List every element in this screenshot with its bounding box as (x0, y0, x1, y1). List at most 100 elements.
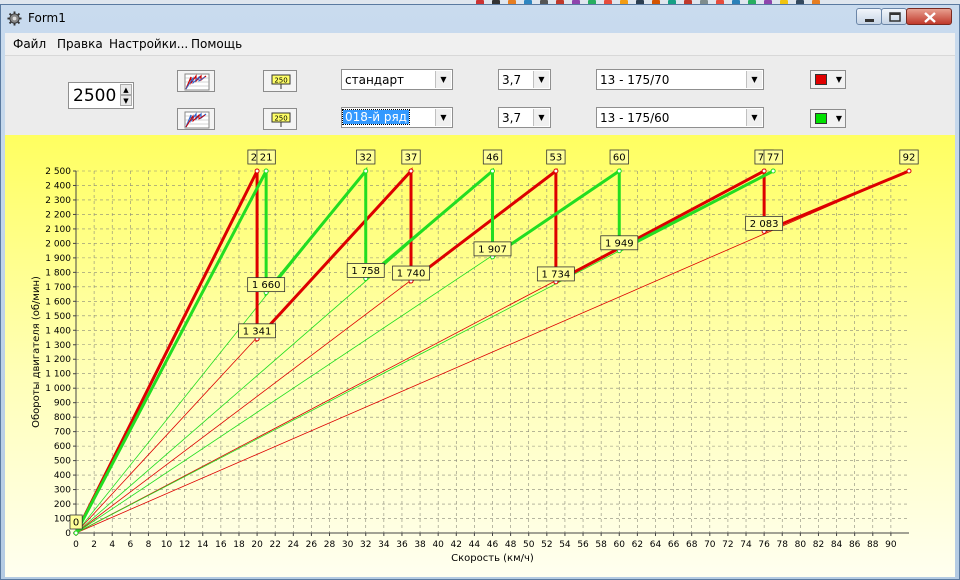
final-drive-select-2[interactable]: 3,7 ▼ (498, 107, 551, 128)
shift-rpm-label: 2 083 (750, 219, 779, 230)
origin-label: 0 (73, 518, 79, 529)
y-tick-label: 0 (65, 529, 71, 539)
y-tick-label: 2 100 (45, 225, 71, 235)
final-drive-select-1[interactable]: 3,7 ▼ (498, 69, 551, 90)
chevron-down-icon[interactable]: ▼ (435, 109, 451, 126)
shift-rpm-label: 1 734 (542, 269, 571, 280)
spin-down-icon[interactable]: ▼ (120, 95, 132, 106)
x-tick-label: 34 (378, 540, 390, 550)
x-tick-label: 74 (740, 540, 752, 550)
tire-value-1: 13 - 175/70 (600, 73, 670, 87)
gear-speed-label: 37 (405, 153, 418, 164)
close-button[interactable] (906, 8, 952, 25)
y-tick-label: 2 300 (45, 196, 71, 206)
menu-file[interactable]: Файл (13, 37, 46, 51)
tire-select-1[interactable]: 13 - 175/70 ▼ (596, 69, 764, 90)
x-tick-label: 54 (559, 540, 571, 550)
y-tick-label: 2 200 (45, 210, 71, 220)
x-tick-label: 70 (704, 540, 716, 550)
chevron-down-icon[interactable]: ▼ (746, 71, 762, 88)
rpm-value[interactable]: 2500 (73, 86, 116, 106)
x-tick-label: 56 (577, 540, 589, 550)
data-point (616, 168, 622, 174)
x-tick-label: 58 (595, 540, 607, 550)
x-tick-label: 68 (686, 540, 698, 550)
shift-rpm-label: 1 949 (605, 238, 634, 249)
gearbox-select-1[interactable]: стандарт ▼ (341, 69, 453, 90)
y-tick-label: 1 200 (45, 355, 71, 365)
rpm-button-1[interactable]: 250 (263, 70, 297, 92)
y-tick-label: 300 (54, 486, 71, 496)
gear-speed-label: 53 (550, 153, 563, 164)
y-axis-label: Обороты двигателя (об/мин) (31, 276, 42, 428)
menu-edit[interactable]: Правка (57, 37, 103, 51)
gear-speed-label: 77 (767, 153, 780, 164)
x-tick-label: 80 (795, 540, 807, 550)
x-tick-label: 52 (541, 540, 552, 550)
x-tick-label: 64 (650, 540, 662, 550)
rpm-button-2[interactable]: 250 (263, 108, 297, 130)
shift-rpm-label: 1 907 (478, 244, 507, 255)
x-tick-label: 66 (668, 540, 680, 550)
x-tick-label: 36 (396, 540, 408, 550)
x-tick-label: 22 (269, 540, 280, 550)
chevron-down-icon[interactable]: ▼ (533, 71, 549, 88)
chevron-down-icon[interactable]: ▼ (836, 110, 842, 127)
chevron-down-icon[interactable]: ▼ (836, 71, 842, 88)
x-tick-label: 24 (288, 540, 300, 550)
chevron-down-icon[interactable]: ▼ (435, 71, 451, 88)
y-tick-label: 1 100 (45, 370, 71, 380)
svg-text:250: 250 (274, 115, 287, 123)
y-tick-label: 2 500 (45, 167, 71, 177)
data-point (73, 530, 79, 536)
x-tick-label: 84 (831, 540, 843, 550)
toolbar: 2500 ▲ ▼ 250 стандарт ▼ 3,7 ▼ 13 - 175/7… (5, 55, 955, 136)
graph-button-2[interactable] (177, 108, 215, 130)
gear-icon (7, 11, 22, 26)
data-point (263, 168, 269, 174)
spin-up-icon[interactable]: ▲ (120, 84, 132, 95)
x-tick-label: 12 (179, 540, 190, 550)
x-tick-label: 88 (867, 540, 879, 550)
x-tick-label: 16 (215, 540, 227, 550)
maximize-button[interactable] (881, 8, 907, 25)
data-point (761, 168, 767, 174)
x-tick-label: 90 (885, 540, 897, 550)
chevron-down-icon[interactable]: ▼ (746, 109, 762, 126)
chevron-down-icon[interactable]: ▼ (533, 109, 549, 126)
y-tick-label: 400 (54, 471, 71, 481)
title-bar[interactable]: Form1 (1, 5, 959, 31)
tire-select-2[interactable]: 13 - 175/60 ▼ (596, 107, 764, 128)
rpm-spinner[interactable]: 2500 ▲ ▼ (68, 82, 134, 109)
x-tick-label: 4 (109, 540, 115, 550)
maximize-icon (889, 12, 901, 22)
shift-rpm-label: 1 740 (397, 269, 426, 280)
data-point (906, 168, 912, 174)
x-tick-label: 20 (251, 540, 263, 550)
gear-speed-label: 21 (260, 153, 273, 164)
graph-button-1[interactable] (177, 70, 215, 92)
x-tick-label: 62 (632, 540, 643, 550)
y-tick-label: 100 (54, 515, 71, 525)
gearbox-select-2[interactable]: 018-й ряд ▼ (341, 107, 453, 128)
color-swatch-green (815, 113, 827, 124)
x-tick-label: 42 (451, 540, 462, 550)
menu-bar: Файл Правка Настройки... Помощь (5, 33, 955, 55)
menu-help[interactable]: Помощь (191, 37, 242, 51)
color-picker-2[interactable]: ▼ (810, 109, 846, 128)
y-tick-label: 200 (54, 500, 71, 510)
minimize-button[interactable] (856, 8, 882, 25)
gear-ratio-chart[interactable]: 0 2 4 6 8 10 12 14 16 18 20 22 24 26 28 30 32 34 36 38 40 42 4… (5, 135, 955, 577)
gear-graph-icon (184, 73, 210, 91)
color-picker-1[interactable]: ▼ (810, 70, 846, 89)
x-tick-label: 40 (432, 540, 444, 550)
y-tick-label: 900 (54, 399, 71, 409)
x-tick-label: 78 (777, 540, 789, 550)
svg-text:250: 250 (274, 77, 287, 85)
y-tick-label: 2 400 (45, 181, 71, 191)
menu-settings[interactable]: Настройки... (109, 37, 188, 51)
shift-rpm-label: 1 660 (252, 280, 281, 291)
x-tick-label: 14 (197, 540, 209, 550)
x-tick-label: 46 (487, 540, 499, 550)
final-drive-value-2: 3,7 (502, 111, 522, 125)
